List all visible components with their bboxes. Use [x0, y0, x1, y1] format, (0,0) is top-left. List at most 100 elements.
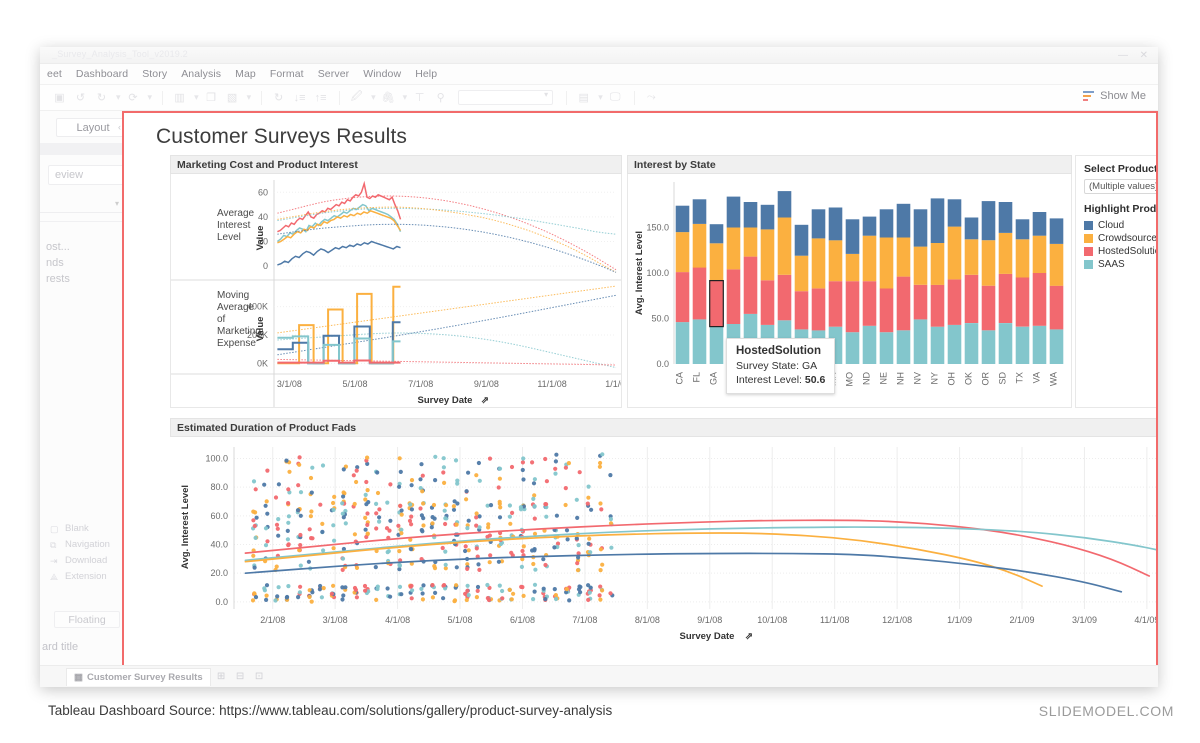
refresh-data-source-icon[interactable]: ⟳ — [124, 88, 143, 107]
x-tick-label: TX — [1015, 372, 1025, 384]
sheet-list-item[interactable]: ost... — [46, 239, 70, 255]
clear-sheet-icon[interactable]: ▧ — [223, 88, 242, 107]
new-worksheet-icon[interactable]: ⊞ — [213, 668, 230, 685]
bar-segment — [709, 224, 724, 244]
chevron-left-icon[interactable]: ‹ — [118, 122, 121, 132]
size-dropdown[interactable] — [40, 197, 124, 213]
object-item-blank[interactable]: ▢ Blank — [50, 521, 110, 537]
sheet-list-item[interactable]: rests — [46, 271, 70, 287]
bar-segment — [1049, 243, 1064, 286]
highlight-icon[interactable]: 🖉 — [347, 88, 366, 107]
sort-ascending-icon[interactable]: ↓≡ — [290, 88, 309, 107]
swap-rows-columns-icon[interactable]: ↻ — [269, 88, 288, 107]
scatter-point — [320, 529, 325, 534]
toolbar-caret[interactable]: ▾ — [403, 92, 408, 103]
legend-item-crowdsource[interactable]: Crowdsource — [1084, 232, 1156, 245]
menu-item-server[interactable]: Server — [311, 68, 357, 80]
scatter-point — [263, 543, 269, 548]
fix-axes-icon[interactable]: ⚲ — [431, 88, 450, 107]
floating-toggle[interactable]: Floating — [54, 611, 120, 628]
scatter-point — [408, 584, 413, 589]
device-preview-button[interactable]: eview — [48, 165, 124, 185]
svg-text:Avg. Interest Level: Avg. Interest Level — [180, 485, 191, 569]
chart-interest-svg: 0.0 50.0 100.0 150.0Avg. Interest Level CA FL… — [634, 182, 1064, 387]
toolbar-caret[interactable]: ▾ — [247, 92, 252, 103]
bar-segment — [862, 216, 877, 236]
scatter-point — [465, 566, 470, 571]
undo-icon[interactable]: ↺ — [71, 88, 90, 107]
scatter-point — [263, 503, 268, 508]
bar-segment — [726, 227, 741, 270]
tableau-desktop-window: _Survey_Analysis_Tool_v2019.2 — ✕ eet Das… — [40, 47, 1158, 687]
scatter-point — [332, 494, 337, 499]
sort-descending-icon[interactable]: ↑≡ — [311, 88, 330, 107]
menu-item-dashboard[interactable]: Dashboard — [69, 68, 135, 80]
redo-icon[interactable]: ↻ — [92, 88, 111, 107]
menu-item-format[interactable]: Format — [263, 68, 311, 80]
bar-segment — [981, 201, 996, 241]
scatter-point — [586, 484, 591, 489]
show-hide-cards-icon[interactable]: ▤ — [574, 88, 593, 107]
toolbar-caret[interactable]: ▾ — [194, 92, 199, 103]
panel-divider — [40, 221, 124, 222]
object-item-navigation[interactable]: ⧉ Navigation — [50, 537, 110, 553]
bar-segment — [709, 243, 724, 281]
new-story-icon[interactable]: ⊡ — [251, 668, 268, 685]
scatter-point — [397, 563, 402, 568]
sheet-list-item[interactable]: nds — [46, 255, 70, 271]
sheet-tab-customer-survey-results[interactable]: ▦ Customer Survey Results — [66, 667, 211, 686]
menu-item-window[interactable]: Window — [356, 68, 408, 80]
legend-item-saas[interactable]: SAAS — [1084, 258, 1156, 271]
legend-item-cloud[interactable]: Cloud — [1084, 219, 1156, 232]
slide-canvas: _Survey_Analysis_Tool_v2019.2 — ✕ eet Das… — [0, 0, 1200, 743]
svg-text:7/1/08: 7/1/08 — [408, 379, 433, 389]
fit-selector[interactable] — [458, 90, 554, 105]
scatter-point — [518, 505, 523, 510]
scatter-point — [532, 548, 537, 553]
duplicate-sheet-icon[interactable]: ❐ — [202, 88, 221, 107]
presentation-mode-icon[interactable]: 🖵 — [606, 88, 625, 107]
x-tick-label: OH — [947, 372, 957, 386]
new-dashboard-icon[interactable]: ⊟ — [232, 668, 249, 685]
toolbar-caret[interactable]: ▾ — [371, 92, 376, 103]
scatter-point — [477, 478, 482, 483]
bar-segment — [811, 209, 826, 239]
x-tick-label: 3/1/08 — [323, 615, 348, 625]
share-icon[interactable]: ⤳ — [642, 88, 661, 107]
svg-text:50.0: 50.0 — [651, 314, 669, 324]
object-item-extension[interactable]: ⟁ Extension — [50, 569, 110, 585]
blank-icon: ▢ — [50, 524, 59, 534]
scatter-point — [532, 504, 537, 509]
scatter-point — [497, 583, 502, 588]
window-close-button[interactable]: ✕ — [1140, 50, 1148, 61]
chart-fads-svg: 0.0 20.0 40.0 60.0 80.0 100.0 2/1/08 3/1/08 4/1/… — [180, 447, 1156, 642]
object-item-download[interactable]: ⇥ Download — [50, 553, 110, 569]
toolbar-caret[interactable]: ▾ — [116, 92, 121, 103]
window-minimize-button[interactable]: — — [1118, 50, 1128, 61]
scatter-point — [408, 502, 413, 507]
scatter-point — [320, 463, 326, 468]
group-members-icon[interactable]: 🖇 — [379, 88, 398, 107]
menu-item-story[interactable]: Story — [135, 68, 174, 80]
scatter-point — [520, 548, 525, 554]
scatter-point — [553, 466, 558, 471]
scatter-point — [429, 525, 434, 530]
scatter-point — [486, 525, 491, 530]
new-worksheet-icon[interactable]: ▥ — [170, 88, 189, 107]
bar-segment — [692, 223, 707, 268]
toolbar-caret[interactable]: ▾ — [148, 92, 153, 103]
scatter-point — [455, 481, 460, 486]
legend-item-hostedsolution[interactable]: HostedSolution — [1084, 245, 1156, 258]
menu-item-map[interactable]: Map — [228, 68, 263, 80]
scatter-point — [285, 528, 290, 533]
toolbar-caret[interactable]: ▾ — [598, 92, 603, 103]
menu-item-eet[interactable]: eet — [44, 68, 69, 80]
save-icon[interactable]: ▣ — [50, 88, 69, 107]
x-tick-label: 12/1/08 — [882, 615, 912, 625]
show-mark-labels-icon[interactable]: ⊤ — [410, 88, 429, 107]
bar-segment — [862, 325, 877, 364]
show-me-button[interactable]: Show Me — [1083, 90, 1146, 102]
menu-item-analysis[interactable]: Analysis — [174, 68, 228, 80]
select-product-dropdown[interactable]: (Multiple values) ▼ — [1084, 179, 1156, 194]
menu-item-help[interactable]: Help — [408, 68, 444, 80]
